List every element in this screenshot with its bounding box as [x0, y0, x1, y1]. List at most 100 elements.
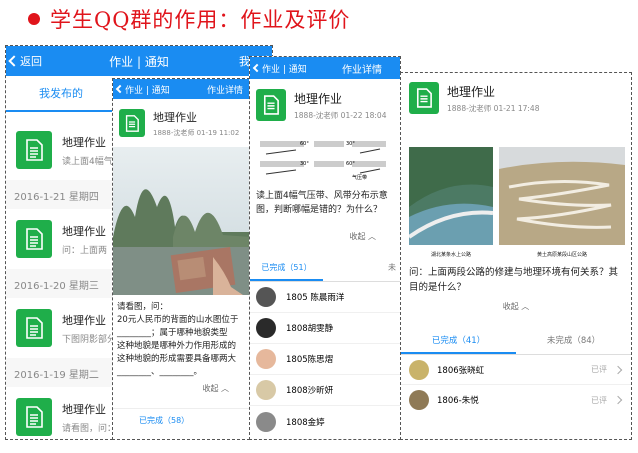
tab-completed[interactable]: 已完成（58） — [113, 408, 249, 426]
student-row[interactable]: 1806张晓虹 已评 — [401, 355, 631, 385]
angle-label: 30° — [346, 141, 355, 147]
student-name: 1808金婷 — [286, 417, 325, 428]
student-name: 1808胡雯静 — [286, 324, 334, 334]
tab-incomplete[interactable]: 未 — [323, 254, 400, 281]
nav-bar: 作业 | 通知 作业详情 — [250, 57, 400, 79]
student-row[interactable]: 1805陈思熠 — [250, 344, 400, 375]
student-avatar — [409, 390, 429, 410]
angle-label: 60° — [300, 141, 309, 147]
nav-title: 作业详情 — [342, 64, 382, 76]
question-line: 20元人民币的背面的山水图位于 — [117, 315, 239, 325]
homework-meta: 1888-沈老师 01-22 18:04 — [294, 110, 387, 120]
homework-meta: 1888-沈老师 01-21 17:48 — [447, 103, 540, 113]
completion-tabs: 已完成（51） 未 — [250, 254, 400, 282]
question-line: 这种地貌的形成需要具备哪两大 — [117, 354, 237, 364]
question-text: 请看图，问： 20元人民币的背面的山水图位于 ________；属于哪种地貌类型… — [113, 295, 249, 379]
homework-header: 地理作业 1888-沈老师 01-19 11:02 — [113, 99, 249, 147]
back-button[interactable]: 作业 | 通知 — [115, 83, 170, 96]
photo-caption: 湖北某条水上公路 — [430, 252, 471, 258]
homework-title: 地理作业 — [153, 110, 197, 124]
collapse-label: 收起 — [202, 384, 219, 393]
tab-completed[interactable]: 已完成（51） — [250, 254, 323, 281]
collapse-button[interactable]: 收起 ︿ — [250, 231, 400, 242]
question-line: 请看图，问： — [117, 302, 169, 312]
nav-title: 作业 | 通知 — [109, 54, 169, 69]
document-icon — [16, 220, 52, 258]
chevron-up-icon: ︿ — [368, 232, 376, 241]
homework-header: 地理作业 1888-沈老师 01-22 18:04 — [250, 79, 400, 131]
homework-title: 地理作业 — [447, 84, 496, 99]
bullet-dot — [28, 13, 40, 25]
water-road-photo: 湖北某条水上公路 — [407, 147, 494, 259]
back-chevron-icon — [252, 63, 262, 73]
document-icon — [119, 109, 145, 137]
back-button[interactable]: 返回 — [8, 53, 42, 69]
student-avatar — [256, 287, 276, 307]
slide-heading: 学生QQ群的作用：作业及评价 — [6, 2, 350, 36]
chevron-right-icon — [613, 395, 623, 405]
student-name: 1805陈思熠 — [286, 355, 334, 365]
chevron-up-icon: ︿ — [221, 384, 229, 393]
homework-detail-screen-1: 作业 | 通知 作业详情 地理作业 1888-沈老师 01-19 11:02 请看… — [112, 78, 250, 440]
back-button[interactable]: 作业 | 通知 — [252, 62, 307, 75]
chevron-up-icon: ︿ — [521, 302, 530, 311]
back-chevron-icon — [8, 55, 20, 67]
tab-completed[interactable]: 已完成（41） — [401, 326, 516, 354]
student-avatar — [256, 349, 276, 369]
heading-text: 学生QQ群的作用：作业及评价 — [50, 8, 351, 32]
tab-incomplete[interactable]: 未完成（84） — [516, 326, 631, 354]
student-row[interactable]: 1806-朱悦 已评 — [401, 385, 631, 415]
document-icon — [409, 82, 439, 114]
homework-meta: 1888-沈老师 01-19 11:02 — [153, 128, 240, 137]
student-row[interactable]: 1808金婷 — [250, 406, 400, 437]
student-row[interactable]: 1808胡雯静 — [250, 313, 400, 344]
document-icon — [16, 309, 52, 347]
back-label: 作业 | 通知 — [262, 64, 307, 75]
document-icon — [16, 398, 52, 436]
collapse-button[interactable]: 收起 ︿ — [113, 383, 249, 394]
nav-bar: 返回 作业 | 通知 我要发 — [6, 46, 272, 76]
question-line: ________、________。 — [117, 367, 203, 377]
homework-detail-screen-3: 地理作业 1888-沈老师 01-21 17:48 湖北某条水上公路 黄土高原某段… — [400, 72, 632, 440]
diagram-label: 气压带 — [352, 174, 367, 181]
student-name: 1808沙昕妍 — [286, 386, 334, 396]
review-status: 已评 — [591, 365, 607, 374]
road-photos: 湖北某条水上公路 黄土高原某段山区公路 — [401, 123, 631, 259]
question-text: 问：上面两段公路的修建与地理环境有何关系？其目的是什么？ — [409, 267, 619, 293]
student-row[interactable]: 1805 陈晨雨洋 — [250, 282, 400, 313]
student-name: 1806张晓虹 — [437, 365, 485, 376]
homework-detail-screen-2: 作业 | 通知 作业详情 地理作业 1888-沈老师 01-22 18:04 60… — [249, 56, 401, 440]
collapse-label: 收起 — [502, 302, 519, 311]
document-icon — [16, 131, 52, 169]
student-avatar — [256, 380, 276, 400]
student-name: 1805 陈晨雨洋 — [286, 293, 345, 303]
student-avatar — [256, 411, 276, 432]
tab-label: 我发布的 — [39, 87, 83, 100]
item-desc: 请看图，问： — [62, 423, 117, 434]
homework-header: 地理作业 1888-沈老师 01-21 17:48 — [401, 73, 631, 123]
student-row[interactable]: 1808沙昕妍 — [250, 375, 400, 406]
collapse-label: 收起 — [349, 232, 366, 241]
collapse-button[interactable]: 收起 ︿ — [401, 301, 631, 312]
back-label: 作业 | 通知 — [125, 85, 170, 96]
question-line: ________；属于哪种地貌类型 — [117, 328, 228, 338]
tab-underline — [6, 110, 116, 112]
student-list: 1806张晓虹 已评 1806-朱悦 已评 — [401, 355, 631, 415]
completion-tabs: 已完成（41） 未完成（84） — [401, 326, 631, 355]
student-name: 1806-朱悦 — [437, 396, 479, 406]
item-title: 地理作业 — [62, 402, 106, 416]
homework-title: 地理作业 — [294, 91, 343, 106]
angle-label: 30° — [300, 161, 309, 167]
landscape-photo — [113, 147, 249, 295]
back-chevron-icon — [115, 84, 125, 94]
back-label: 返回 — [20, 55, 42, 68]
student-avatar — [409, 359, 429, 380]
chevron-right-icon — [613, 365, 623, 374]
document-icon — [256, 89, 286, 121]
student-list: 1805 陈晨雨洋 1808胡雯静 1805陈思熠 1808沙昕妍 1808金婷 — [250, 282, 400, 437]
question-line: 这种地貌是哪种外力作用形成的 — [117, 341, 237, 351]
photo-caption: 黄土高原某段山区公路 — [536, 252, 587, 258]
student-avatar — [256, 318, 276, 338]
review-status: 已评 — [591, 395, 607, 405]
item-title: 地理作业 — [62, 224, 106, 238]
